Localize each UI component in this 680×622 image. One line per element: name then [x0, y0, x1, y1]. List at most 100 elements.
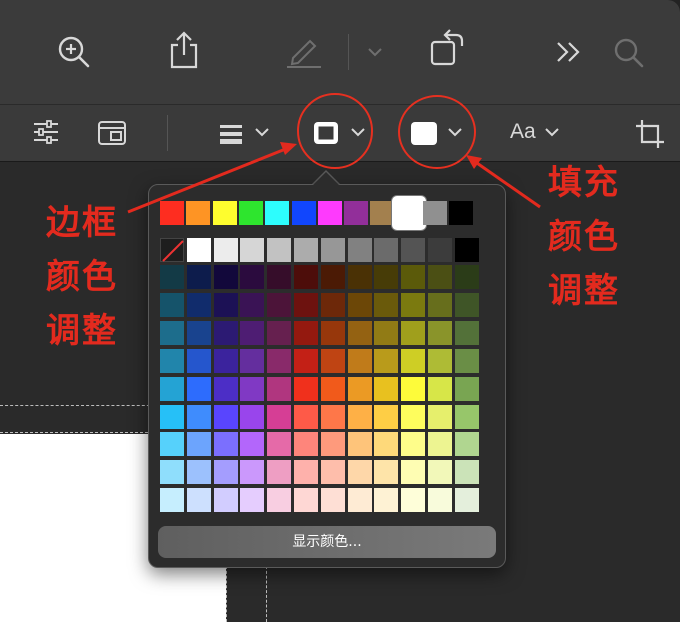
chevron-double-right-icon[interactable] — [555, 40, 583, 64]
color-swatch[interactable] — [428, 349, 452, 373]
color-swatch[interactable] — [321, 405, 345, 429]
color-swatch[interactable] — [240, 238, 264, 262]
color-swatch[interactable] — [348, 460, 372, 484]
color-swatch[interactable] — [240, 460, 264, 484]
color-swatch[interactable] — [401, 432, 425, 456]
color-swatch[interactable] — [455, 460, 479, 484]
color-swatch[interactable] — [214, 238, 238, 262]
color-swatch[interactable] — [321, 321, 345, 345]
color-swatch[interactable] — [160, 488, 184, 512]
color-swatch[interactable] — [401, 349, 425, 373]
color-swatch[interactable] — [240, 293, 264, 317]
color-swatch[interactable] — [187, 238, 211, 262]
color-swatch[interactable] — [214, 405, 238, 429]
color-swatch[interactable] — [187, 377, 211, 401]
color-swatch[interactable] — [267, 488, 291, 512]
color-swatch-selected[interactable] — [392, 196, 426, 230]
color-swatch[interactable] — [240, 488, 264, 512]
color-swatch[interactable] — [160, 321, 184, 345]
color-swatch[interactable] — [187, 405, 211, 429]
color-swatch[interactable] — [294, 349, 318, 373]
color-swatch[interactable] — [321, 432, 345, 456]
color-swatch[interactable] — [374, 293, 398, 317]
color-swatch[interactable] — [455, 238, 479, 262]
layout-icon[interactable] — [97, 120, 127, 146]
color-swatch[interactable] — [401, 488, 425, 512]
chevron-down-icon[interactable] — [367, 46, 383, 58]
color-swatch[interactable] — [187, 349, 211, 373]
color-swatch[interactable] — [374, 460, 398, 484]
zoom-in-icon[interactable] — [57, 35, 91, 69]
color-swatch[interactable] — [214, 488, 238, 512]
color-swatch[interactable] — [160, 349, 184, 373]
color-swatch[interactable] — [401, 265, 425, 289]
align-lines-icon[interactable] — [218, 123, 272, 145]
color-swatch[interactable] — [318, 201, 342, 225]
color-swatch[interactable] — [374, 377, 398, 401]
color-swatch[interactable] — [455, 405, 479, 429]
color-swatch[interactable] — [267, 460, 291, 484]
color-swatch[interactable] — [321, 238, 345, 262]
color-swatch[interactable] — [187, 293, 211, 317]
color-swatch[interactable] — [321, 377, 345, 401]
color-swatch[interactable] — [321, 293, 345, 317]
color-swatch[interactable] — [267, 321, 291, 345]
text-style-button[interactable]: Aa — [510, 120, 560, 144]
color-swatch[interactable] — [186, 201, 210, 225]
color-swatch[interactable] — [214, 349, 238, 373]
color-swatch[interactable] — [348, 265, 372, 289]
color-swatch[interactable] — [374, 488, 398, 512]
color-swatch[interactable] — [187, 488, 211, 512]
color-swatch[interactable] — [348, 405, 372, 429]
search-icon[interactable] — [613, 37, 645, 69]
color-swatch[interactable] — [294, 432, 318, 456]
crop-icon[interactable] — [635, 119, 665, 149]
color-swatch[interactable] — [348, 488, 372, 512]
color-swatch[interactable] — [292, 201, 316, 225]
color-swatch[interactable] — [370, 201, 394, 225]
color-swatch[interactable] — [428, 488, 452, 512]
color-swatch[interactable] — [267, 377, 291, 401]
color-swatch[interactable] — [374, 432, 398, 456]
color-swatch[interactable] — [321, 460, 345, 484]
color-swatch[interactable] — [214, 321, 238, 345]
color-swatch[interactable] — [240, 377, 264, 401]
no-color-swatch[interactable] — [160, 238, 184, 262]
color-swatch[interactable] — [160, 293, 184, 317]
color-swatch[interactable] — [401, 377, 425, 401]
color-swatch[interactable] — [160, 377, 184, 401]
color-swatch[interactable] — [267, 265, 291, 289]
color-swatch[interactable] — [160, 432, 184, 456]
color-swatch[interactable] — [294, 321, 318, 345]
color-swatch[interactable] — [455, 349, 479, 373]
color-swatch[interactable] — [428, 377, 452, 401]
color-swatch[interactable] — [321, 265, 345, 289]
color-swatch[interactable] — [374, 321, 398, 345]
color-swatch[interactable] — [240, 321, 264, 345]
color-swatch[interactable] — [160, 265, 184, 289]
color-swatch[interactable] — [455, 377, 479, 401]
color-swatch[interactable] — [321, 349, 345, 373]
color-swatch[interactable] — [214, 377, 238, 401]
color-swatch[interactable] — [214, 293, 238, 317]
color-swatch[interactable] — [348, 432, 372, 456]
color-swatch[interactable] — [240, 265, 264, 289]
color-swatch[interactable] — [321, 488, 345, 512]
color-swatch[interactable] — [187, 460, 211, 484]
color-swatch[interactable] — [294, 293, 318, 317]
color-swatch[interactable] — [187, 321, 211, 345]
color-swatch[interactable] — [294, 405, 318, 429]
color-swatch[interactable] — [374, 349, 398, 373]
color-swatch[interactable] — [294, 377, 318, 401]
color-swatch[interactable] — [374, 265, 398, 289]
color-swatch[interactable] — [428, 321, 452, 345]
color-swatch[interactable] — [401, 293, 425, 317]
color-swatch[interactable] — [428, 460, 452, 484]
sliders-icon[interactable] — [32, 119, 60, 145]
color-swatch[interactable] — [160, 201, 184, 225]
color-swatch[interactable] — [423, 201, 447, 225]
color-swatch[interactable] — [401, 238, 425, 262]
color-swatch[interactable] — [214, 432, 238, 456]
color-swatch[interactable] — [187, 265, 211, 289]
color-swatch[interactable] — [267, 293, 291, 317]
